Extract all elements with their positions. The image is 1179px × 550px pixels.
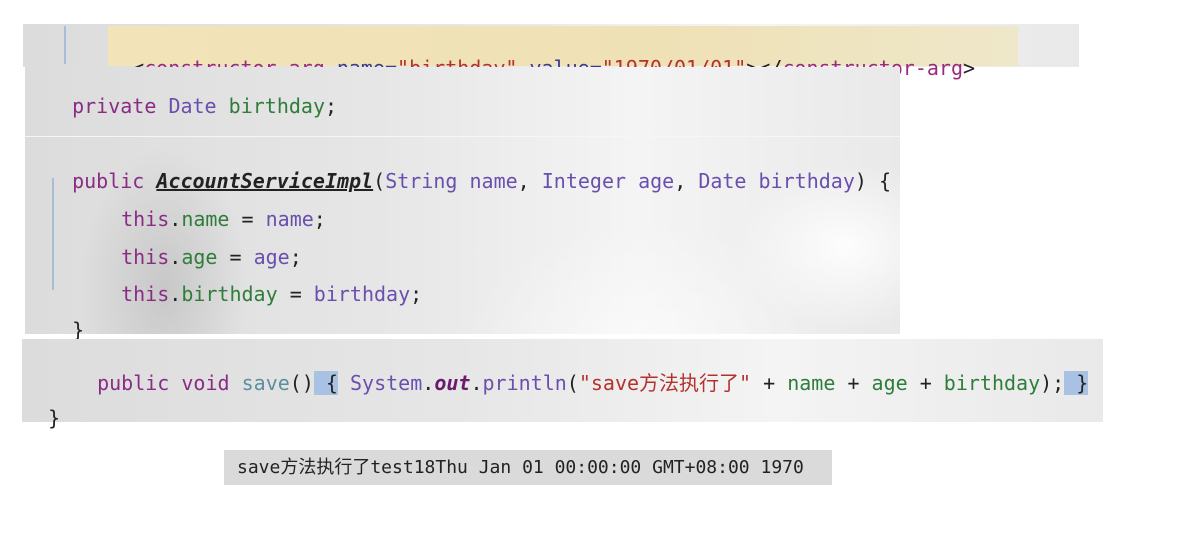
field-birthday: birthday	[181, 282, 278, 306]
class-close-brace: }	[48, 406, 61, 430]
rparen: )	[854, 169, 867, 193]
ctor-body-line: this.name = name;	[97, 189, 326, 229]
class-close-brace-line: }	[24, 388, 60, 428]
field-declaration-line: private Date birthday;	[48, 76, 337, 116]
class-system: System	[350, 371, 423, 395]
close-brace-highlight: }	[1064, 371, 1089, 395]
method-println: println	[482, 371, 567, 395]
plus: +	[919, 371, 932, 395]
semicolon: ;	[1052, 371, 1065, 395]
param-type-string: String	[385, 169, 458, 193]
open-brace-highlight: {	[313, 371, 338, 395]
indent-guide	[52, 178, 54, 290]
param-type-integer: Integer	[541, 169, 627, 193]
semicolon: ;	[410, 282, 423, 306]
indent-guide	[64, 26, 66, 64]
plus: +	[763, 371, 776, 395]
panel-separator	[25, 136, 900, 137]
keyword-this: this	[121, 282, 170, 306]
param-type-date: Date	[698, 169, 747, 193]
param-birthday-ref: birthday	[313, 282, 411, 306]
field-name: name	[787, 371, 836, 395]
comma: ,	[517, 169, 530, 193]
dot: .	[470, 371, 483, 395]
assign: =	[289, 282, 302, 306]
field-birthday: birthday	[228, 94, 325, 118]
open-brace: {	[325, 371, 338, 395]
rparen: )	[1040, 371, 1053, 395]
string-literal: "save方法执行了"	[578, 371, 752, 395]
save-method-line: public void save() { System.out.println(…	[73, 353, 1089, 395]
comma: ,	[674, 169, 687, 193]
param-birthday: birthday	[758, 169, 855, 193]
console-output: save方法执行了test18Thu Jan 01 00:00:00 GMT+0…	[224, 450, 832, 485]
param-age: age	[638, 169, 675, 193]
semicolon: ;	[313, 207, 326, 231]
lparen: (	[373, 169, 386, 193]
keyword-private: private	[72, 94, 157, 118]
ctor-body-line: this.birthday = birthday;	[97, 264, 422, 304]
method-save: save	[241, 371, 290, 395]
plus: +	[847, 371, 860, 395]
open-brace: {	[878, 169, 891, 193]
type-date: Date	[168, 94, 217, 118]
field-out: out	[434, 371, 471, 395]
dot: .	[422, 371, 435, 395]
ctor-body-line: this.age = age;	[97, 227, 302, 267]
close-brace: }	[1076, 371, 1089, 395]
keyword-void: void	[181, 371, 230, 395]
lparen: (	[566, 371, 579, 395]
param-name: name	[469, 169, 518, 193]
constructor-signature-line: public AccountServiceImpl(String name, I…	[48, 151, 891, 191]
semicolon: ;	[324, 94, 338, 118]
keyword-public: public	[97, 371, 170, 395]
dot: .	[169, 282, 182, 306]
field-birthday: birthday	[943, 371, 1041, 395]
parens: ()	[289, 371, 314, 395]
field-age: age	[871, 371, 908, 395]
xml-gt: >	[963, 56, 976, 80]
ctor-close-brace-line: }	[48, 300, 84, 340]
